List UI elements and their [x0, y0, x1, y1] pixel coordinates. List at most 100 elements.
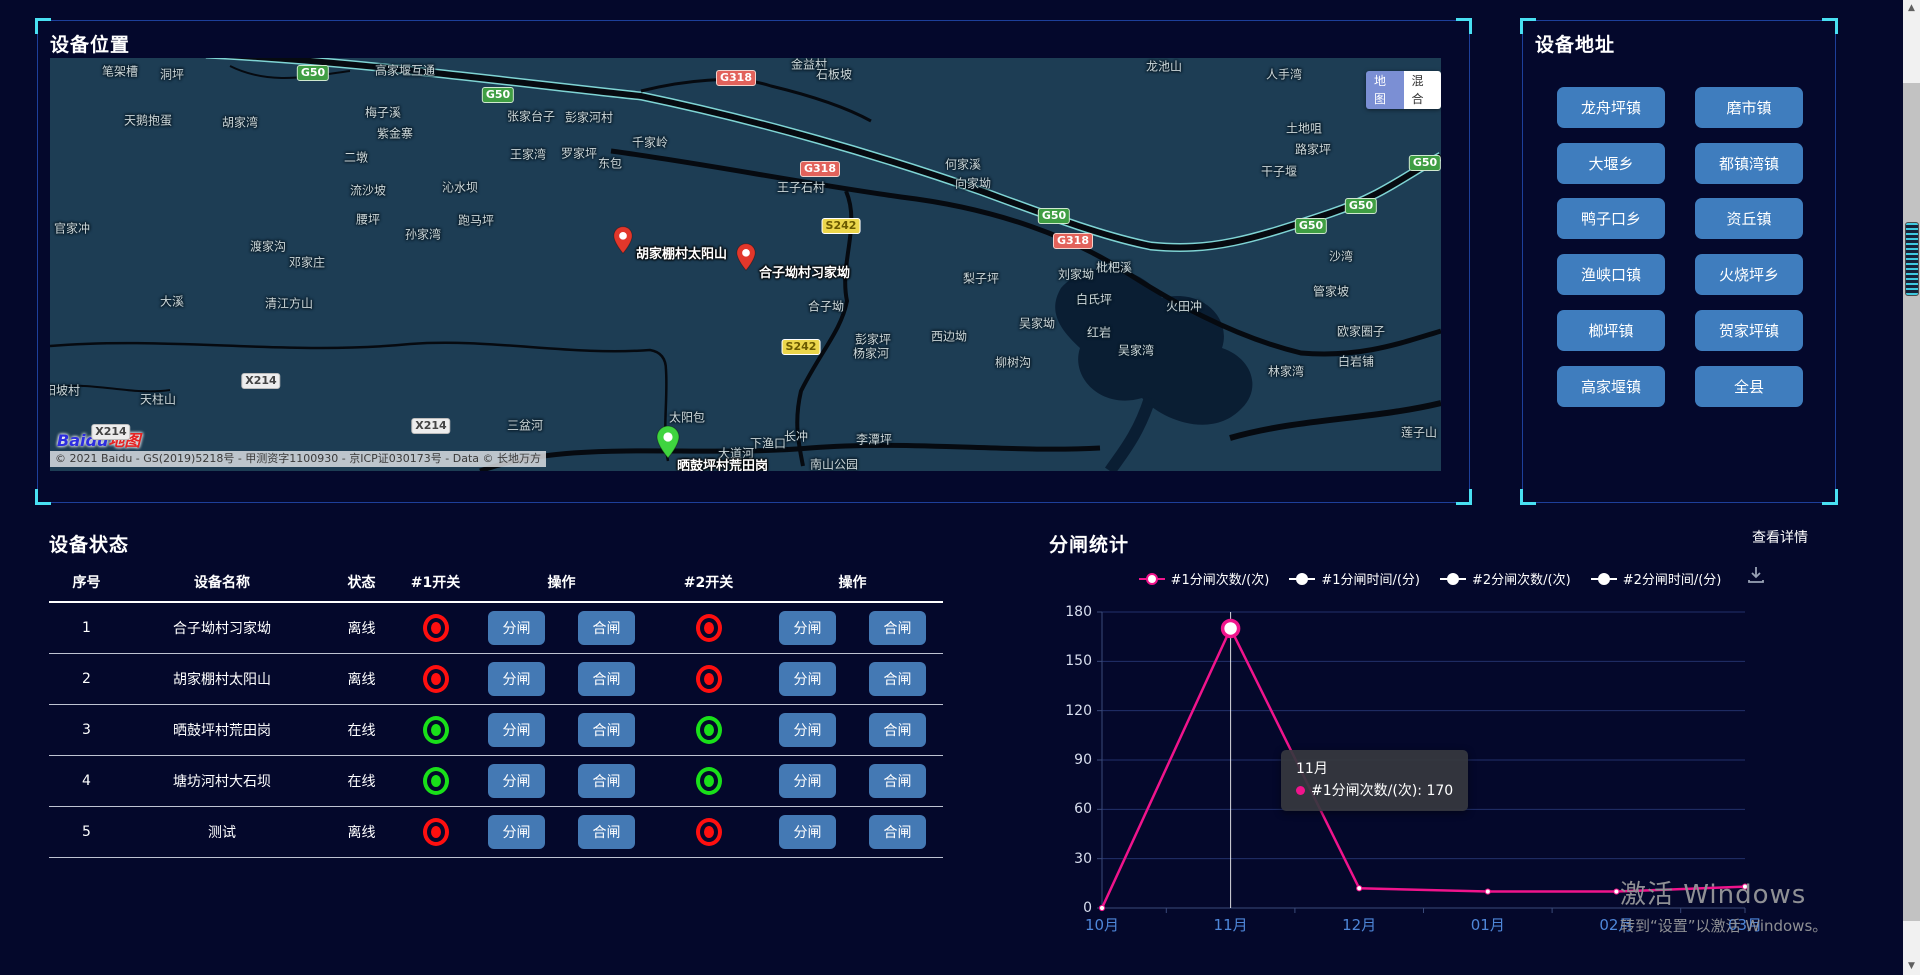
scrollbar-track[interactable] — [1903, 83, 1920, 921]
legend-item[interactable]: #1分闸次数/(次) — [1139, 569, 1270, 588]
close-button[interactable]: 合闸 — [578, 815, 635, 849]
address-button[interactable]: 高家堰镇 — [1557, 366, 1665, 407]
address-panel-title: 设备地址 — [1535, 30, 1615, 57]
scrollbar-up-arrow[interactable]: ▲ — [1903, 1, 1920, 16]
map-place-label: 柳树沟 — [995, 354, 1031, 371]
trip-button[interactable]: 分闸 — [488, 764, 545, 798]
ops-cell: 分闸合闸 — [468, 815, 655, 849]
close-button[interactable]: 合闸 — [869, 764, 926, 798]
chart-legend: #1分闸次数/(次) #1分闸时间/(分) #2分闸次数/(次) #2分闸时间/(分) — [1080, 569, 1780, 588]
switch-cell — [655, 818, 762, 846]
map-pin[interactable] — [613, 225, 633, 259]
trip-button[interactable]: 分闸 — [779, 764, 836, 798]
view-details-link[interactable]: 查看详情 — [1752, 527, 1808, 547]
address-button[interactable]: 贺家坪镇 — [1695, 310, 1803, 351]
close-button[interactable]: 合闸 — [578, 764, 635, 798]
table-header-row: 序号设备名称状态#1开关操作#2开关操作 — [49, 562, 943, 603]
map-attribution: © 2021 Baidu - GS(2019)5218号 - 甲测资字11009… — [50, 451, 546, 467]
legend-item[interactable]: #1分闸时间/(分) — [1289, 569, 1420, 588]
map-place-label: 孙家湾 — [405, 226, 441, 243]
legend-label: #1分闸次数/(次) — [1171, 569, 1270, 588]
trip-button[interactable]: 分闸 — [488, 611, 545, 645]
map-place-label: 林家湾 — [1268, 363, 1304, 380]
map-place-label: 沁水坝 — [442, 179, 478, 196]
close-button[interactable]: 合闸 — [869, 713, 926, 747]
map-type-option-map[interactable]: 地图 — [1366, 71, 1404, 109]
corner-bracket — [35, 18, 51, 34]
address-button[interactable]: 渔峡口镇 — [1557, 254, 1665, 295]
switch-cell — [655, 767, 762, 795]
trip-button[interactable]: 分闸 — [779, 713, 836, 747]
ops-group: 分闸合闸 — [762, 764, 943, 798]
map-place-label: 洞坪 — [160, 66, 184, 83]
table-row: 4塘坊河村大石坝在线分闸合闸分闸合闸 — [49, 756, 943, 807]
map-area[interactable]: 地图 混合 Baidu地图 © 2021 Baidu - GS(2019)521… — [50, 58, 1441, 471]
map-place-label: 欧家圈子 — [1337, 323, 1385, 340]
map-place-label: 太阳包 — [669, 409, 705, 426]
legend-item[interactable]: #2分闸时间/(分) — [1591, 569, 1722, 588]
road-badge-g50: G50 — [482, 87, 514, 103]
device-name: 塘坊河村大石坝 — [124, 771, 320, 791]
map-place-label: 三盆河 — [507, 417, 543, 434]
ops-cell: 分闸合闸 — [762, 713, 943, 747]
address-button[interactable]: 大堰乡 — [1557, 143, 1665, 184]
address-button[interactable]: 鸭子口乡 — [1557, 198, 1665, 239]
trip-button[interactable]: 分闸 — [779, 815, 836, 849]
map-type-toggle: 地图 混合 — [1366, 71, 1441, 109]
address-button[interactable]: 都镇湾镇 — [1695, 143, 1803, 184]
column-header: 操作 — [762, 572, 943, 592]
map-type-option-hybrid[interactable]: 混合 — [1404, 71, 1442, 109]
map-place-label: 何家溪 — [945, 156, 981, 173]
road-badge-g50: G50 — [297, 65, 329, 81]
map-place-label: 下渔口 — [750, 435, 786, 452]
corner-bracket — [1822, 18, 1838, 34]
close-button[interactable]: 合闸 — [869, 611, 926, 645]
row-index: 2 — [49, 671, 124, 687]
map-place-label: 阴阳坡村 — [50, 382, 80, 399]
map-place-label: 大溪 — [160, 293, 184, 310]
trip-button[interactable]: 分闸 — [779, 662, 836, 696]
ops-cell: 分闸合闸 — [468, 764, 655, 798]
corner-bracket — [1822, 489, 1838, 505]
close-button[interactable]: 合闸 — [578, 611, 635, 645]
device-status: 离线 — [320, 669, 403, 689]
close-button[interactable]: 合闸 — [869, 815, 926, 849]
road-badge-x214: X214 — [91, 424, 130, 440]
map-panel-title: 设备位置 — [50, 30, 130, 57]
ops-group: 分闸合闸 — [762, 713, 943, 747]
close-button[interactable]: 合闸 — [578, 662, 635, 696]
address-button[interactable]: 火烧坪乡 — [1695, 254, 1803, 295]
map-place-label: 天鹅抱蛋 — [124, 112, 172, 129]
map-place-label: 千家岭 — [632, 134, 668, 151]
scrollbar-thumb[interactable] — [1905, 222, 1919, 296]
close-button[interactable]: 合闸 — [869, 662, 926, 696]
chart-tooltip: 11月 #1分闸次数/(次): 170 — [1281, 750, 1468, 811]
x-axis-label: 01月 — [1471, 914, 1505, 935]
trip-button[interactable]: 分闸 — [488, 815, 545, 849]
address-button[interactable]: 龙舟坪镇 — [1557, 87, 1665, 128]
browser-scrollbar: ▲ ▼ — [1903, 0, 1920, 975]
column-header: 操作 — [468, 572, 655, 592]
map-place-label: 西边坳 — [931, 328, 967, 345]
address-button[interactable]: 榔坪镇 — [1557, 310, 1665, 351]
table-row: 3晒鼓坪村荒田岗在线分闸合闸分闸合闸 — [49, 705, 943, 756]
map-place-label: 红岩 — [1087, 324, 1111, 341]
trip-button[interactable]: 分闸 — [488, 662, 545, 696]
switch-indicator-on — [696, 716, 722, 744]
trip-button[interactable]: 分闸 — [779, 611, 836, 645]
address-button[interactable]: 磨市镇 — [1695, 87, 1803, 128]
trip-button[interactable]: 分闸 — [488, 713, 545, 747]
x-axis-label: 10月 — [1085, 914, 1119, 935]
map-place-label: 合子坳 — [808, 298, 844, 315]
switch-cell — [403, 767, 468, 795]
map-pin[interactable] — [736, 242, 756, 276]
address-button[interactable]: 资丘镇 — [1695, 198, 1803, 239]
legend-item[interactable]: #2分闸次数/(次) — [1440, 569, 1571, 588]
map-place-label: 东包 — [598, 155, 622, 172]
legend-dot — [1296, 573, 1308, 585]
close-button[interactable]: 合闸 — [578, 713, 635, 747]
scrollbar-down-arrow[interactable]: ▼ — [1903, 959, 1920, 974]
x-axis-label: 12月 — [1342, 914, 1376, 935]
ops-cell: 分闸合闸 — [762, 815, 943, 849]
address-button[interactable]: 全县 — [1695, 366, 1803, 407]
